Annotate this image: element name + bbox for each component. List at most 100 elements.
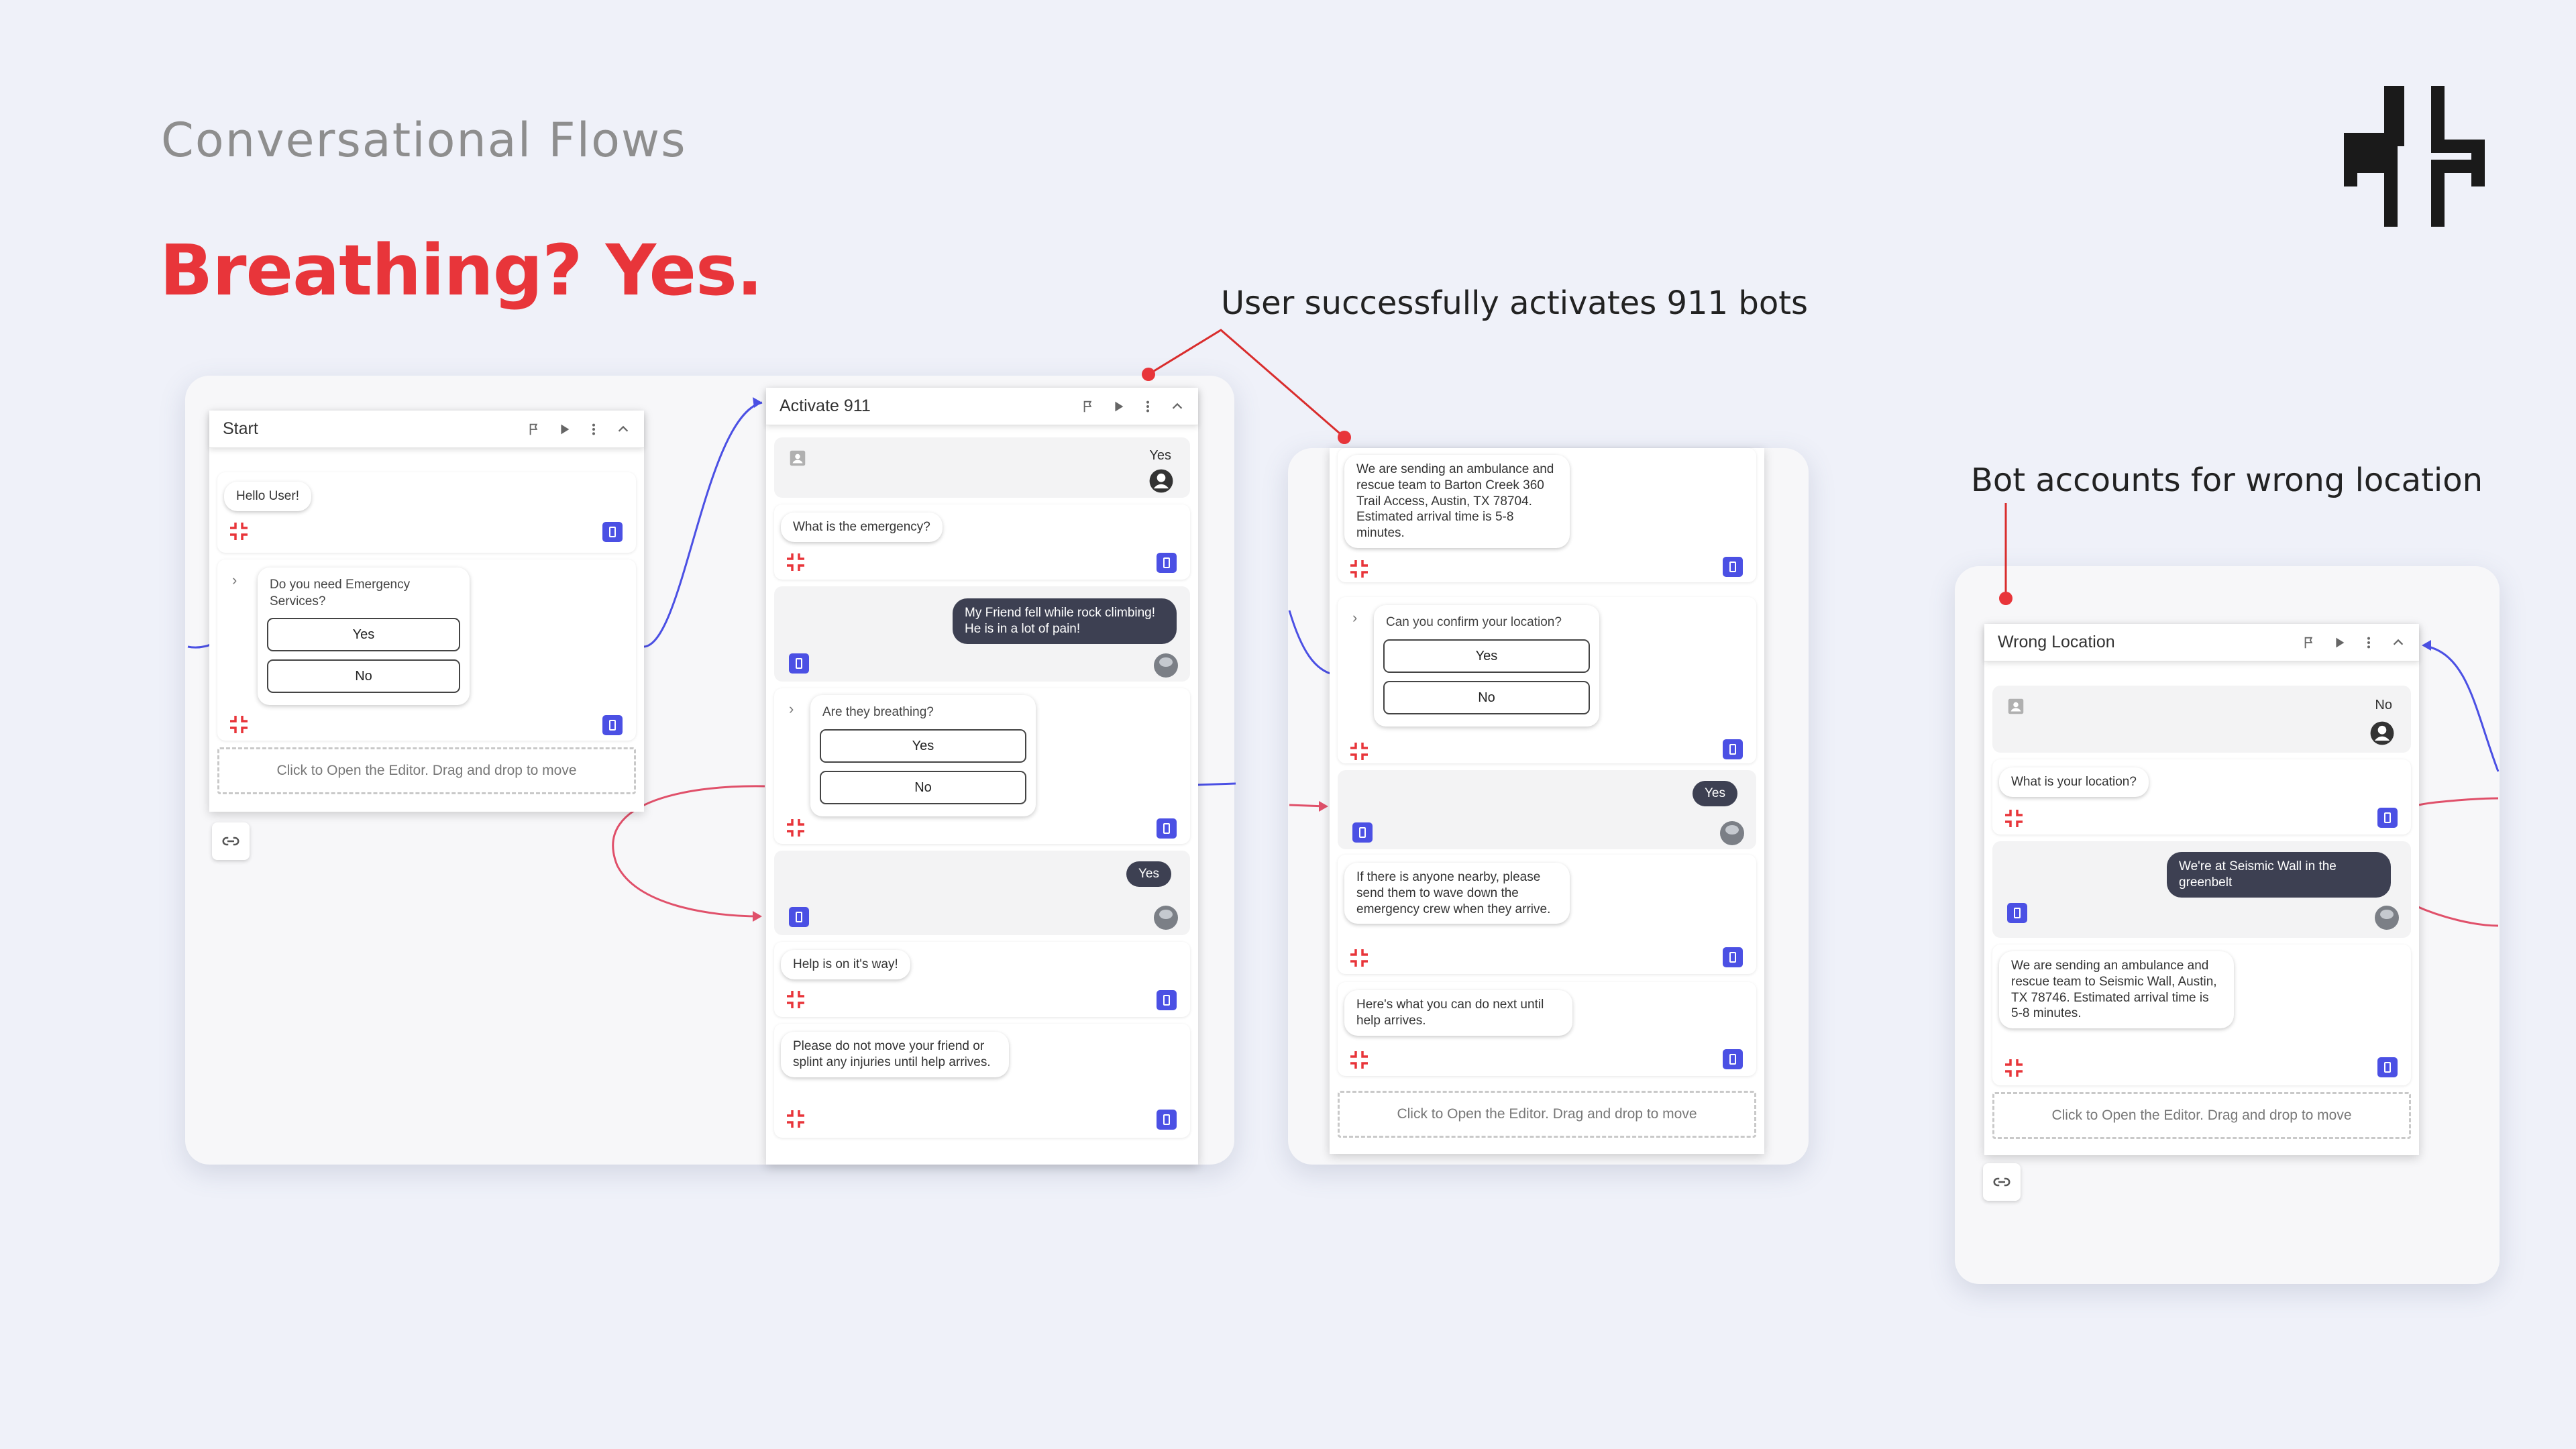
play-icon[interactable] bbox=[2332, 635, 2347, 650]
phone-icon[interactable] bbox=[789, 653, 809, 674]
bot-cross-icon bbox=[2005, 1059, 2023, 1077]
question-card: Are they breathing? Yes No bbox=[810, 695, 1036, 816]
user-circle-icon bbox=[2370, 721, 2394, 745]
bot-block[interactable]: We are sending an ambulance and rescue t… bbox=[1992, 945, 2411, 1085]
bot-message: We are sending an ambulance and rescue t… bbox=[1999, 951, 2234, 1028]
user-reply: Yes bbox=[1149, 448, 1171, 463]
bot-block[interactable]: We are sending an ambulance and rescue t… bbox=[1338, 448, 1756, 582]
bot-block[interactable]: If there is anyone nearby, please send t… bbox=[1338, 855, 1756, 974]
contact-card-icon bbox=[790, 450, 806, 466]
flow-continued[interactable]: We are sending an ambulance and rescue t… bbox=[1330, 448, 1764, 1154]
question-text: Can you confirm your location? bbox=[1386, 615, 1562, 629]
avatar bbox=[1154, 653, 1178, 678]
chevron-right-icon[interactable]: › bbox=[232, 572, 237, 589]
phone-icon[interactable] bbox=[1157, 990, 1177, 1010]
bot-block[interactable]: Help is on it's way! bbox=[774, 942, 1190, 1017]
more-vert-icon[interactable] bbox=[1140, 399, 1155, 414]
bot-cross-icon bbox=[1350, 949, 1368, 967]
bot-cross-icon bbox=[787, 819, 804, 837]
bot-block[interactable]: What is the emergency? bbox=[774, 504, 1190, 580]
choice-no-button[interactable]: No bbox=[820, 770, 1026, 804]
user-reply: Yes bbox=[1126, 861, 1171, 887]
flow-activate-911[interactable]: Activate 911 Yes What is the emergency? … bbox=[766, 388, 1198, 1165]
bot-cross-icon bbox=[787, 553, 804, 571]
bot-cross-icon bbox=[1350, 743, 1368, 760]
user-block[interactable]: Yes bbox=[774, 851, 1190, 935]
bot-message: Please do not move your friend or splint… bbox=[781, 1032, 1009, 1077]
flow-header[interactable]: Start bbox=[209, 411, 644, 448]
user-message: We're at Seismic Wall in the greenbelt bbox=[2167, 852, 2391, 898]
flow-start[interactable]: Start Hello User! › Do you need Emergenc… bbox=[209, 411, 644, 812]
user-message: My Friend fell while rock climbing! He i… bbox=[953, 598, 1177, 644]
chevron-up-icon[interactable] bbox=[616, 422, 631, 437]
editor-hint[interactable]: Click to Open the Editor. Drag and drop … bbox=[1338, 1091, 1756, 1138]
user-block[interactable]: My Friend fell while rock climbing! He i… bbox=[774, 586, 1190, 682]
bot-message: Here's what you can do next until help a… bbox=[1344, 990, 1572, 1036]
phone-icon[interactable] bbox=[1723, 947, 1743, 967]
question-block[interactable]: › Do you need Emergency Services? Yes No bbox=[217, 559, 636, 741]
more-vert-icon[interactable] bbox=[2361, 635, 2376, 650]
choice-yes-button[interactable]: Yes bbox=[1383, 639, 1590, 673]
editor-hint[interactable]: Click to Open the Editor. Drag and drop … bbox=[217, 747, 636, 794]
play-icon[interactable] bbox=[1111, 399, 1126, 414]
phone-icon[interactable] bbox=[789, 907, 809, 927]
phone-icon[interactable] bbox=[1723, 1049, 1743, 1069]
flag-icon[interactable] bbox=[1081, 399, 1096, 414]
phone-icon[interactable] bbox=[2377, 1057, 2398, 1077]
flow-title: Start bbox=[223, 419, 258, 438]
user-reply: Yes bbox=[1693, 781, 1737, 806]
flag-icon[interactable] bbox=[527, 422, 542, 437]
bot-message: Hello User! bbox=[224, 482, 311, 511]
contact-card-icon bbox=[2008, 698, 2024, 714]
user-block[interactable]: We're at Seismic Wall in the greenbelt bbox=[1992, 841, 2411, 938]
bot-cross-icon bbox=[2005, 810, 2023, 827]
question-card: Do you need Emergency Services? Yes No bbox=[258, 568, 470, 706]
choice-no-button[interactable]: No bbox=[1383, 680, 1590, 714]
bot-block[interactable]: Hello User! bbox=[217, 472, 636, 553]
flow-header[interactable]: Activate 911 bbox=[766, 388, 1198, 425]
chevron-up-icon[interactable] bbox=[1170, 399, 1185, 414]
phone-icon[interactable] bbox=[1723, 739, 1743, 759]
phone-icon[interactable] bbox=[1157, 1110, 1177, 1130]
chevron-right-icon[interactable]: › bbox=[789, 700, 794, 718]
phone-icon[interactable] bbox=[602, 522, 623, 542]
bot-message: If there is anyone nearby, please send t… bbox=[1344, 863, 1570, 924]
user-block[interactable]: Yes bbox=[1338, 770, 1756, 849]
bot-message: We are sending an ambulance and rescue t… bbox=[1344, 455, 1570, 548]
question-block[interactable]: › Can you confirm your location? Yes No bbox=[1338, 597, 1756, 763]
more-vert-icon[interactable] bbox=[586, 422, 601, 437]
flow-title: Activate 911 bbox=[780, 396, 871, 415]
chevron-right-icon[interactable]: › bbox=[1352, 609, 1357, 627]
user-block[interactable]: No bbox=[1992, 686, 2411, 753]
flow-header[interactable]: Wrong Location bbox=[1984, 624, 2419, 661]
question-text: Do you need Emergency Services? bbox=[270, 578, 411, 608]
chevron-up-icon[interactable] bbox=[2391, 635, 2406, 650]
avatar bbox=[1720, 821, 1744, 845]
phone-icon[interactable] bbox=[1157, 818, 1177, 839]
flag-icon[interactable] bbox=[2302, 635, 2317, 650]
bot-block[interactable]: Please do not move your friend or splint… bbox=[774, 1024, 1190, 1138]
choice-yes-button[interactable]: Yes bbox=[820, 729, 1026, 763]
question-block[interactable]: › Are they breathing? Yes No bbox=[774, 688, 1190, 844]
link-icon bbox=[222, 837, 239, 846]
phone-icon[interactable] bbox=[1157, 553, 1177, 573]
user-block[interactable]: Yes bbox=[774, 437, 1190, 498]
flow-wrong-location[interactable]: Wrong Location No What is your location?… bbox=[1984, 624, 2419, 1155]
link-button[interactable] bbox=[212, 822, 250, 860]
link-icon bbox=[1993, 1177, 2010, 1187]
choice-yes-button[interactable]: Yes bbox=[267, 618, 460, 652]
bot-cross-icon bbox=[787, 991, 804, 1008]
play-icon[interactable] bbox=[557, 422, 572, 437]
bot-block[interactable]: Here's what you can do next until help a… bbox=[1338, 982, 1756, 1076]
phone-icon[interactable] bbox=[2377, 808, 2398, 828]
link-button[interactable] bbox=[1983, 1163, 2021, 1201]
phone-icon[interactable] bbox=[602, 715, 623, 735]
editor-hint[interactable]: Click to Open the Editor. Drag and drop … bbox=[1992, 1092, 2411, 1139]
avatar bbox=[1154, 906, 1178, 930]
choice-no-button[interactable]: No bbox=[267, 659, 460, 694]
phone-icon[interactable] bbox=[2007, 903, 2027, 923]
phone-icon[interactable] bbox=[1352, 822, 1373, 843]
bot-block[interactable]: What is your location? bbox=[1992, 759, 2411, 835]
phone-icon[interactable] bbox=[1723, 557, 1743, 577]
bot-cross-icon bbox=[230, 716, 248, 733]
